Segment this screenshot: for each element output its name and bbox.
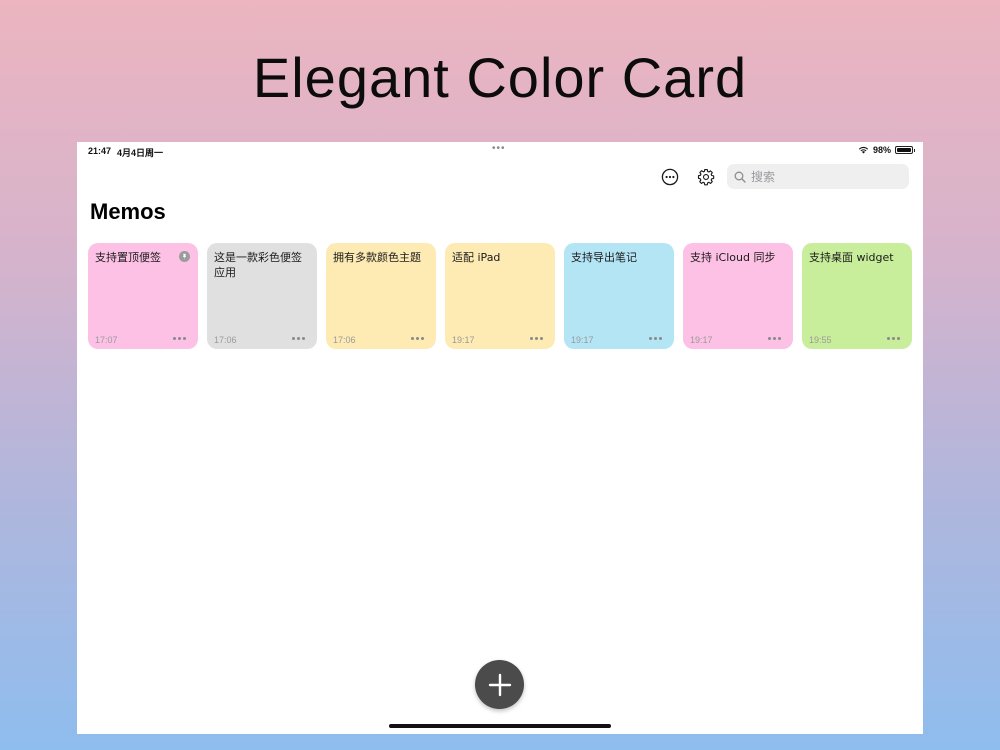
memo-card-time: 17:07 <box>95 335 118 345</box>
more-dots-icon[interactable] <box>649 337 662 340</box>
search-placeholder: 搜索 <box>751 170 776 184</box>
battery-fill <box>897 148 911 152</box>
battery-icon <box>895 146 915 154</box>
memo-card[interactable]: 适配 iPad 19:17 <box>445 243 555 349</box>
more-dots-icon[interactable] <box>292 337 305 340</box>
memo-card[interactable]: 支持桌面 widget 19:55 <box>802 243 912 349</box>
memo-card-time: 17:06 <box>333 335 356 345</box>
memo-card[interactable]: 支持置顶便签 17:07 <box>88 243 198 349</box>
status-right: 98% <box>858 145 915 155</box>
add-memo-button[interactable] <box>475 660 524 709</box>
pin-icon <box>179 251 190 262</box>
plus-icon <box>488 673 511 696</box>
memo-card[interactable]: 支持 iCloud 同步 19:17 <box>683 243 793 349</box>
gear-icon <box>697 168 715 186</box>
more-dots-icon[interactable] <box>768 337 781 340</box>
search-input[interactable]: 搜索 <box>727 164 909 189</box>
status-bar: 21:47 4月4日周一 ••• 98% <box>77 142 923 160</box>
memo-card-text: 适配 iPad <box>452 251 501 264</box>
status-date: 4月4日周一 <box>117 148 164 158</box>
settings-button[interactable] <box>695 166 717 188</box>
multitasking-dots[interactable]: ••• <box>492 143 506 154</box>
memo-card-list: 支持置顶便签 17:07 这是一款彩色便签应用 17:06 拥有多款颜色主题 1… <box>88 243 912 349</box>
more-dots-icon[interactable] <box>411 337 424 340</box>
memo-card-time: 19:17 <box>690 335 713 345</box>
memo-card-time: 19:17 <box>571 335 594 345</box>
memo-card-text: 这是一款彩色便签应用 <box>214 251 302 279</box>
home-indicator[interactable] <box>389 724 611 728</box>
more-dots-icon[interactable] <box>887 337 900 340</box>
memo-card-text: 拥有多款颜色主题 <box>333 251 421 264</box>
more-dots-icon[interactable] <box>173 337 186 340</box>
memo-card[interactable]: 拥有多款颜色主题 17:06 <box>326 243 436 349</box>
ellipsis-circle-icon <box>661 168 679 186</box>
memo-card-time: 19:17 <box>452 335 475 345</box>
memo-card-time: 17:06 <box>214 335 237 345</box>
wifi-icon <box>858 146 869 154</box>
ipad-screen: 21:47 4月4日周一 ••• 98% 搜索 Memos 支持置顶便签 17:… <box>77 142 923 734</box>
memo-card[interactable]: 这是一款彩色便签应用 17:06 <box>207 243 317 349</box>
page-title: Memos <box>90 199 166 224</box>
memo-card[interactable]: 支持导出笔记 19:17 <box>564 243 674 349</box>
memo-card-text: 支持桌面 widget <box>809 251 894 264</box>
battery-percent: 98% <box>872 145 891 155</box>
memo-card-time: 19:55 <box>809 335 832 345</box>
search-icon <box>734 171 746 183</box>
memo-card-text: 支持导出笔记 <box>571 251 637 264</box>
headline: Elegant Color Card <box>252 46 748 109</box>
memo-card-text: 支持置顶便签 <box>95 251 161 264</box>
more-button[interactable] <box>659 166 681 188</box>
memo-card-text: 支持 iCloud 同步 <box>690 251 776 264</box>
more-dots-icon[interactable] <box>530 337 543 340</box>
status-time: 21:47 <box>88 146 112 156</box>
